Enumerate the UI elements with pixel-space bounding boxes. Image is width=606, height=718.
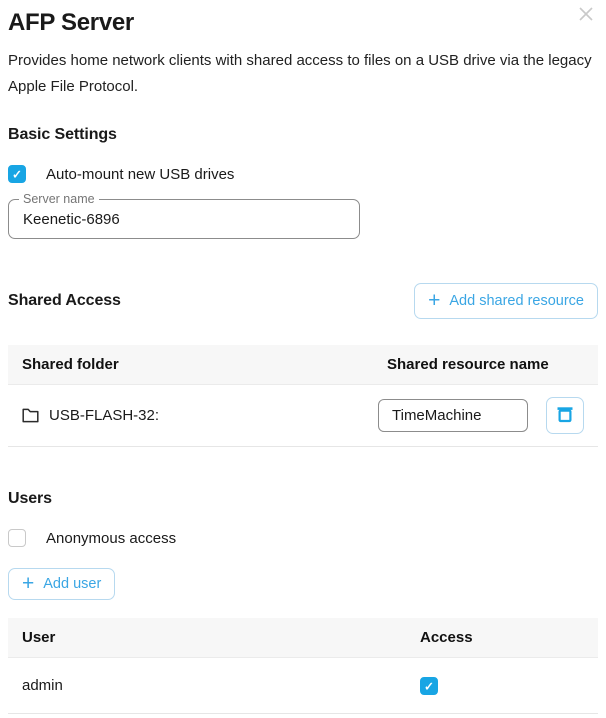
users-table-header: User Access — [8, 618, 598, 658]
add-user-button[interactable]: + Add user — [8, 568, 115, 600]
shared-access-heading: Shared Access — [8, 291, 121, 311]
shared-folder-cell: USB-FLASH-32: — [22, 407, 378, 424]
shared-resource-name-input[interactable] — [378, 399, 528, 432]
plus-icon: + — [428, 290, 440, 311]
shared-access-header-row: Shared Access + Add shared resource — [8, 283, 598, 319]
close-button[interactable] — [575, 5, 597, 27]
shared-folder-name: USB-FLASH-32: — [49, 407, 159, 424]
shared-resource-cell — [378, 397, 584, 434]
basic-settings-heading: Basic Settings — [8, 125, 598, 145]
users-heading: Users — [8, 489, 598, 509]
auto-mount-label: Auto-mount new USB drives — [46, 166, 234, 183]
shared-table-header: Shared folder Shared resource name — [8, 345, 598, 385]
add-user-label: Add user — [43, 576, 101, 592]
anonymous-access-label: Anonymous access — [46, 530, 176, 547]
delete-shared-resource-button[interactable] — [546, 397, 584, 434]
anonymous-access-checkbox[interactable] — [8, 529, 26, 547]
table-row: USB-FLASH-32: — [8, 385, 598, 447]
auto-mount-checkbox[interactable]: ✓ — [8, 165, 26, 183]
page-title: AFP Server — [8, 0, 598, 38]
access-column-header: Access — [420, 629, 584, 646]
shared-resource-column-header: Shared resource name — [378, 356, 584, 373]
afp-server-dialog: AFP Server Provides home network clients… — [0, 0, 606, 718]
add-shared-resource-label: Add shared resource — [449, 293, 584, 309]
shared-folder-column-header: Shared folder — [22, 356, 378, 373]
auto-mount-row: ✓ Auto-mount new USB drives — [8, 165, 598, 183]
anonymous-access-row: Anonymous access — [8, 529, 598, 547]
table-row: admin ✓ — [8, 658, 598, 714]
user-column-header: User — [22, 629, 420, 646]
check-icon: ✓ — [424, 680, 434, 692]
close-icon — [576, 4, 596, 29]
plus-icon: + — [22, 573, 34, 594]
check-icon: ✓ — [12, 169, 22, 181]
server-name-field: Server name — [8, 199, 360, 239]
add-shared-resource-button[interactable]: + Add shared resource — [414, 283, 598, 319]
folder-icon — [22, 408, 39, 423]
trash-icon — [555, 404, 575, 427]
user-access-cell: ✓ — [420, 677, 584, 695]
user-name: admin — [22, 677, 420, 694]
dialog-description: Provides home network clients with share… — [8, 48, 596, 100]
server-name-label: Server name — [19, 192, 99, 207]
user-access-checkbox[interactable]: ✓ — [420, 677, 438, 695]
